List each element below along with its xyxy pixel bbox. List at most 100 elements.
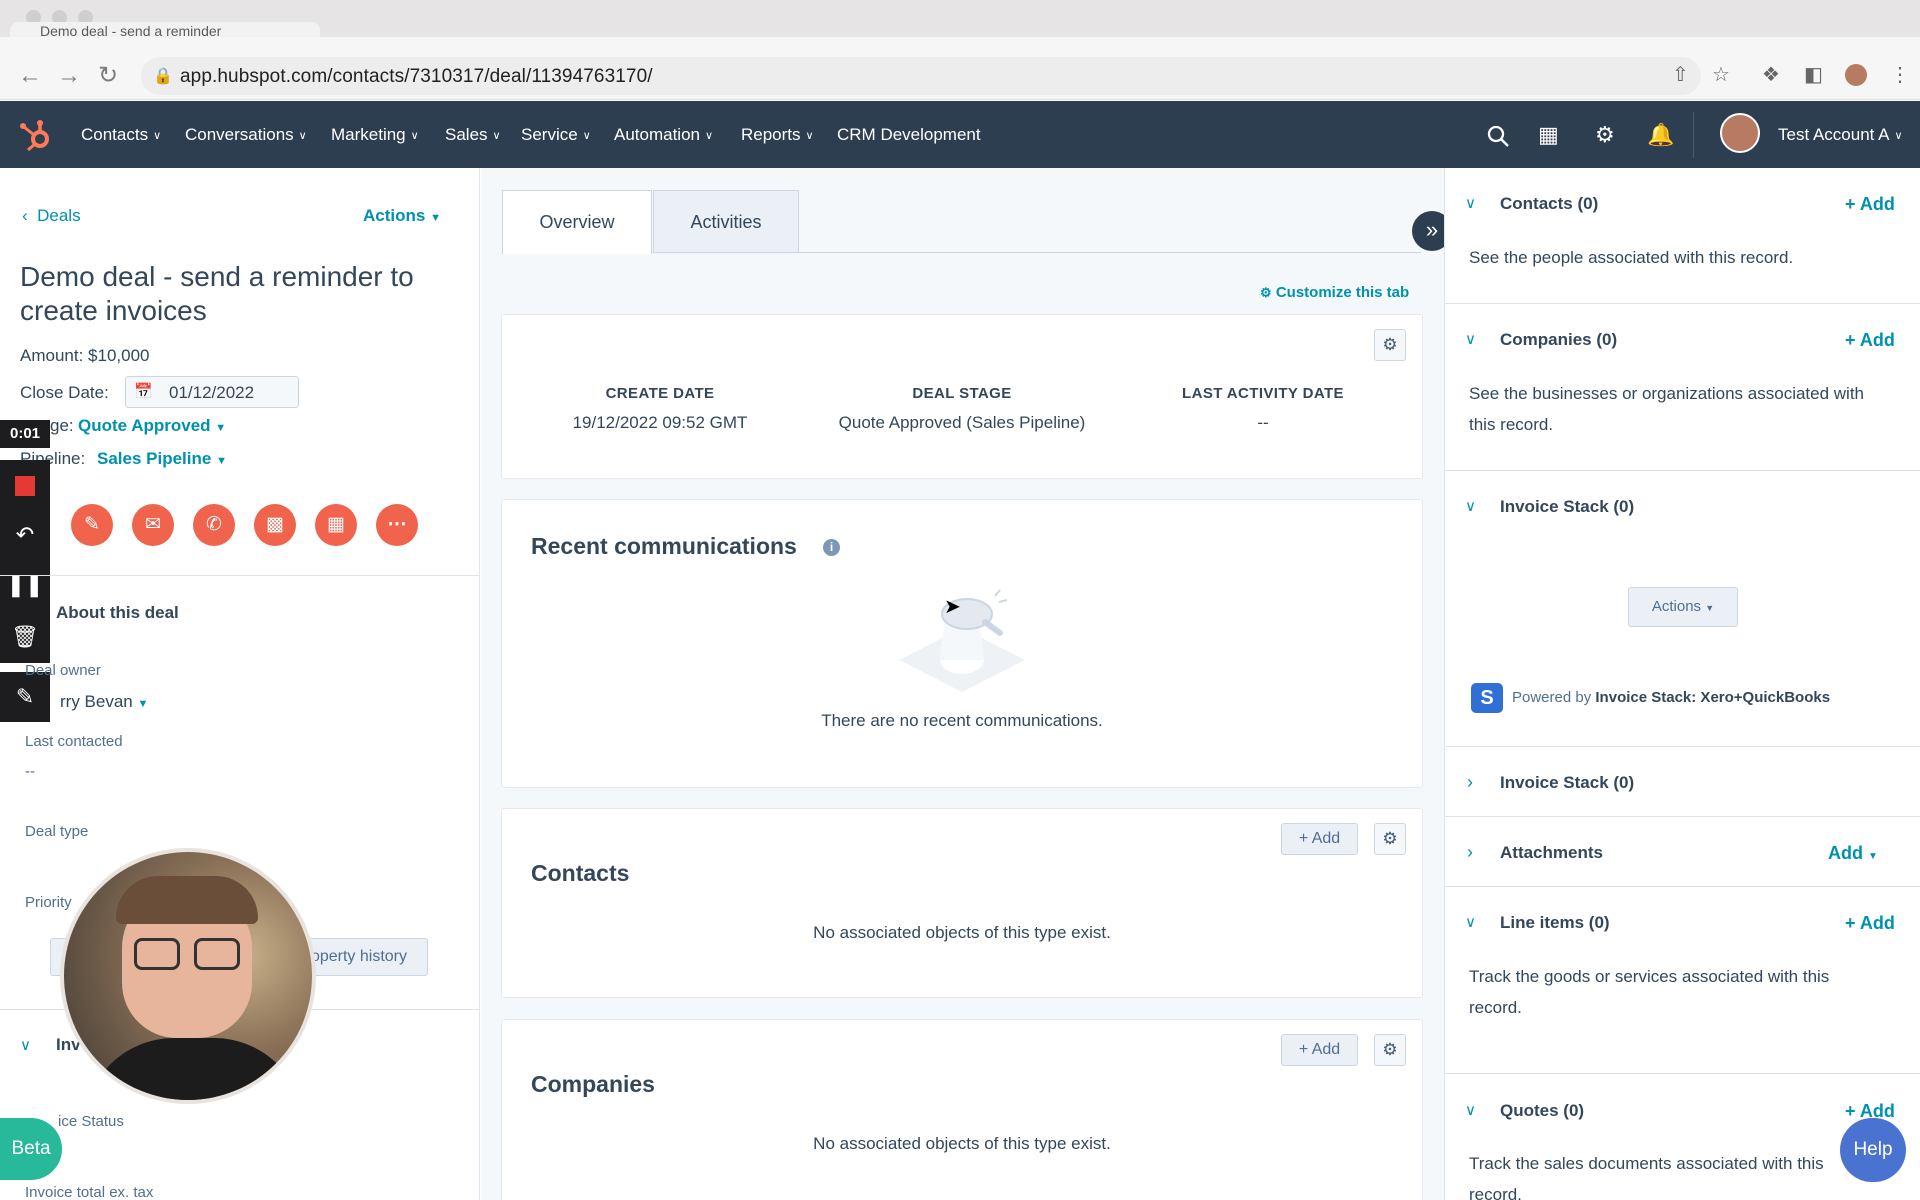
presenter-hair — [116, 876, 258, 924]
nav-conversations[interactable]: Conversations ∨ — [185, 125, 307, 145]
customize-tab-link[interactable]: ⚙ Customize this tab — [1260, 284, 1409, 301]
beta-button[interactable]: Beta — [0, 1118, 62, 1180]
close-date-label: Close Date: — [20, 383, 109, 402]
companies-empty-text: No associated objects of this type exist… — [813, 1134, 1111, 1153]
divider — [1444, 1073, 1920, 1074]
chevron-down-icon[interactable]: ∨ — [20, 1036, 31, 1054]
contacts-settings-gear-icon[interactable]: ⚙ — [1374, 823, 1406, 855]
task-screen-icon[interactable]: ▩ — [254, 504, 296, 546]
summary-settings-gear-icon[interactable]: ⚙ — [1374, 329, 1406, 361]
stage-dropdown[interactable]: Quote Approved ▼ — [78, 416, 226, 436]
back-to-deals-link[interactable]: ‹ Deals — [22, 206, 81, 226]
deal-amount: Amount: $10,000 — [20, 346, 150, 365]
contacts-add-button[interactable]: + Add — [1281, 823, 1358, 855]
chevron-down-icon[interactable]: ∨ — [1465, 913, 1476, 931]
contacts-add-link[interactable]: + Add — [1845, 194, 1895, 215]
stop-recording-button[interactable] — [0, 460, 50, 510]
tab-activities[interactable]: Activities — [653, 190, 799, 253]
invoice-stack-actions-button[interactable]: Actions ▼ — [1628, 587, 1738, 627]
contacts-empty-text: No associated objects of this type exist… — [813, 923, 1111, 942]
lock-icon: 🔒 — [153, 68, 173, 85]
undo-icon[interactable]: ↶ — [0, 510, 50, 560]
deal-title[interactable]: Demo deal - send a reminder to create in… — [20, 260, 460, 328]
nav-automation[interactable]: Automation ∨ — [614, 125, 713, 145]
nav-service[interactable]: Service ∨ — [521, 125, 591, 145]
quotes-title[interactable]: Quotes (0) — [1500, 1101, 1584, 1121]
notifications-bell-icon[interactable]: 🔔 — [1647, 122, 1674, 148]
deal-type-label: Deal type — [25, 823, 89, 840]
draw-pen-icon[interactable]: ✎ — [0, 672, 50, 722]
mouse-cursor-icon: ➤ — [944, 596, 961, 618]
stage-label: ge: — [50, 416, 74, 435]
marketplace-icon[interactable]: ▦ — [1538, 122, 1559, 148]
reload-icon[interactable]: ↻ — [98, 64, 118, 88]
actions-dropdown[interactable]: Actions ▼ — [363, 206, 441, 226]
companies-add-link[interactable]: + Add — [1845, 330, 1895, 351]
account-avatar[interactable] — [1720, 113, 1760, 153]
pause-icon[interactable]: ❚❚ — [0, 560, 50, 610]
divider — [1444, 816, 1920, 817]
call-phone-icon[interactable]: ✆ — [193, 504, 235, 546]
help-button[interactable]: Help — [1840, 1118, 1906, 1182]
about-this-deal-header[interactable]: About this deal — [56, 603, 179, 623]
nav-divider — [1693, 112, 1694, 158]
account-menu[interactable]: Test Account A ∨ — [1778, 125, 1903, 145]
url-text[interactable]: app.hubspot.com/contacts/7310317/deal/11… — [180, 66, 653, 88]
browser-profile-avatar[interactable] — [1845, 64, 1867, 86]
powered-by-text: Powered by Invoice Stack: Xero+QuickBook… — [1512, 689, 1831, 706]
companies-add-button[interactable]: + Add — [1281, 1034, 1358, 1066]
chevron-down-icon[interactable]: ∨ — [1465, 497, 1476, 515]
quotes-description: Track the sales documents associated wit… — [1469, 1154, 1824, 1200]
line-items-title[interactable]: Line items (0) — [1500, 913, 1610, 933]
nav-marketing[interactable]: Marketing ∨ — [331, 125, 419, 145]
more-actions-icon[interactable]: ⋯ — [376, 504, 418, 546]
attachments-add-dropdown[interactable]: Add ▼ — [1828, 843, 1878, 864]
webcam-overlay — [60, 848, 316, 1104]
chevron-right-icon[interactable]: › — [1467, 842, 1473, 863]
meeting-calendar-icon[interactable]: ▦ — [315, 504, 357, 546]
close-date-input[interactable]: 📅 01/12/2022 — [125, 376, 299, 408]
contacts-section-title[interactable]: Contacts (0) — [1500, 194, 1598, 214]
chevron-right-icon[interactable]: › — [1467, 772, 1473, 793]
create-date-value: 19/12/2022 09:52 GMT — [572, 413, 748, 432]
deal-owner-label: Deal owner — [25, 662, 101, 679]
info-icon[interactable]: i — [823, 539, 840, 556]
search-icon[interactable] — [1486, 124, 1510, 148]
attachments-title[interactable]: Attachments — [1500, 843, 1603, 863]
bookmark-star-icon[interactable]: ☆ — [1712, 64, 1730, 86]
share-icon[interactable]: ⇧ — [1672, 64, 1689, 86]
browser-menu-icon[interactable]: ⋮ — [1890, 64, 1910, 86]
deal-owner-value[interactable]: rry Bevan ▼ — [60, 692, 148, 712]
forward-arrow-icon[interactable]: → — [57, 64, 81, 88]
divider — [1444, 746, 1920, 747]
invoice-stack-title[interactable]: Invoice Stack (0) — [1500, 497, 1634, 517]
chevron-down-icon[interactable]: ∨ — [1465, 330, 1476, 348]
line-items-description: Track the goods or services associated w… — [1469, 967, 1830, 1017]
chevron-down-icon[interactable]: ∨ — [1465, 194, 1476, 212]
calendar-icon: 📅 — [134, 383, 153, 400]
trash-icon[interactable]: 🗑 — [0, 612, 50, 662]
nav-reports[interactable]: Reports ∨ — [741, 125, 814, 145]
tab-underline — [799, 252, 1421, 253]
back-arrow-icon[interactable]: ← — [18, 64, 42, 88]
companies-settings-gear-icon[interactable]: ⚙ — [1374, 1034, 1406, 1066]
invoice-stack-collapsed-title[interactable]: Invoice Stack (0) — [1500, 773, 1634, 793]
deal-stage-value: Quote Approved (Sales Pipeline) — [838, 413, 1086, 432]
nav-contacts[interactable]: Contacts ∨ — [81, 125, 161, 145]
hubspot-logo-icon[interactable] — [18, 118, 54, 154]
sidebar-panel-icon[interactable]: ◧ — [1804, 64, 1823, 86]
line-items-add-link[interactable]: + Add — [1845, 913, 1895, 934]
nav-crm-development[interactable]: CRM Development — [837, 125, 981, 145]
create-date-label: CREATE DATE — [605, 385, 715, 402]
tab-overview[interactable]: Overview — [502, 190, 652, 254]
note-edit-icon[interactable]: ✎ — [71, 504, 113, 546]
nav-sales[interactable]: Sales ∨ — [445, 125, 501, 145]
divider — [1444, 886, 1920, 887]
chevron-down-icon[interactable]: ∨ — [1465, 1101, 1476, 1119]
companies-section-title[interactable]: Companies (0) — [1500, 330, 1617, 350]
pipeline-dropdown[interactable]: Sales Pipeline ▼ — [97, 449, 227, 469]
settings-gear-icon[interactable]: ⚙ — [1595, 122, 1615, 148]
email-icon[interactable]: ✉ — [132, 504, 174, 546]
invoice-status-label: ice Status — [58, 1113, 124, 1130]
extensions-puzzle-icon[interactable]: ❖ — [1762, 64, 1780, 86]
